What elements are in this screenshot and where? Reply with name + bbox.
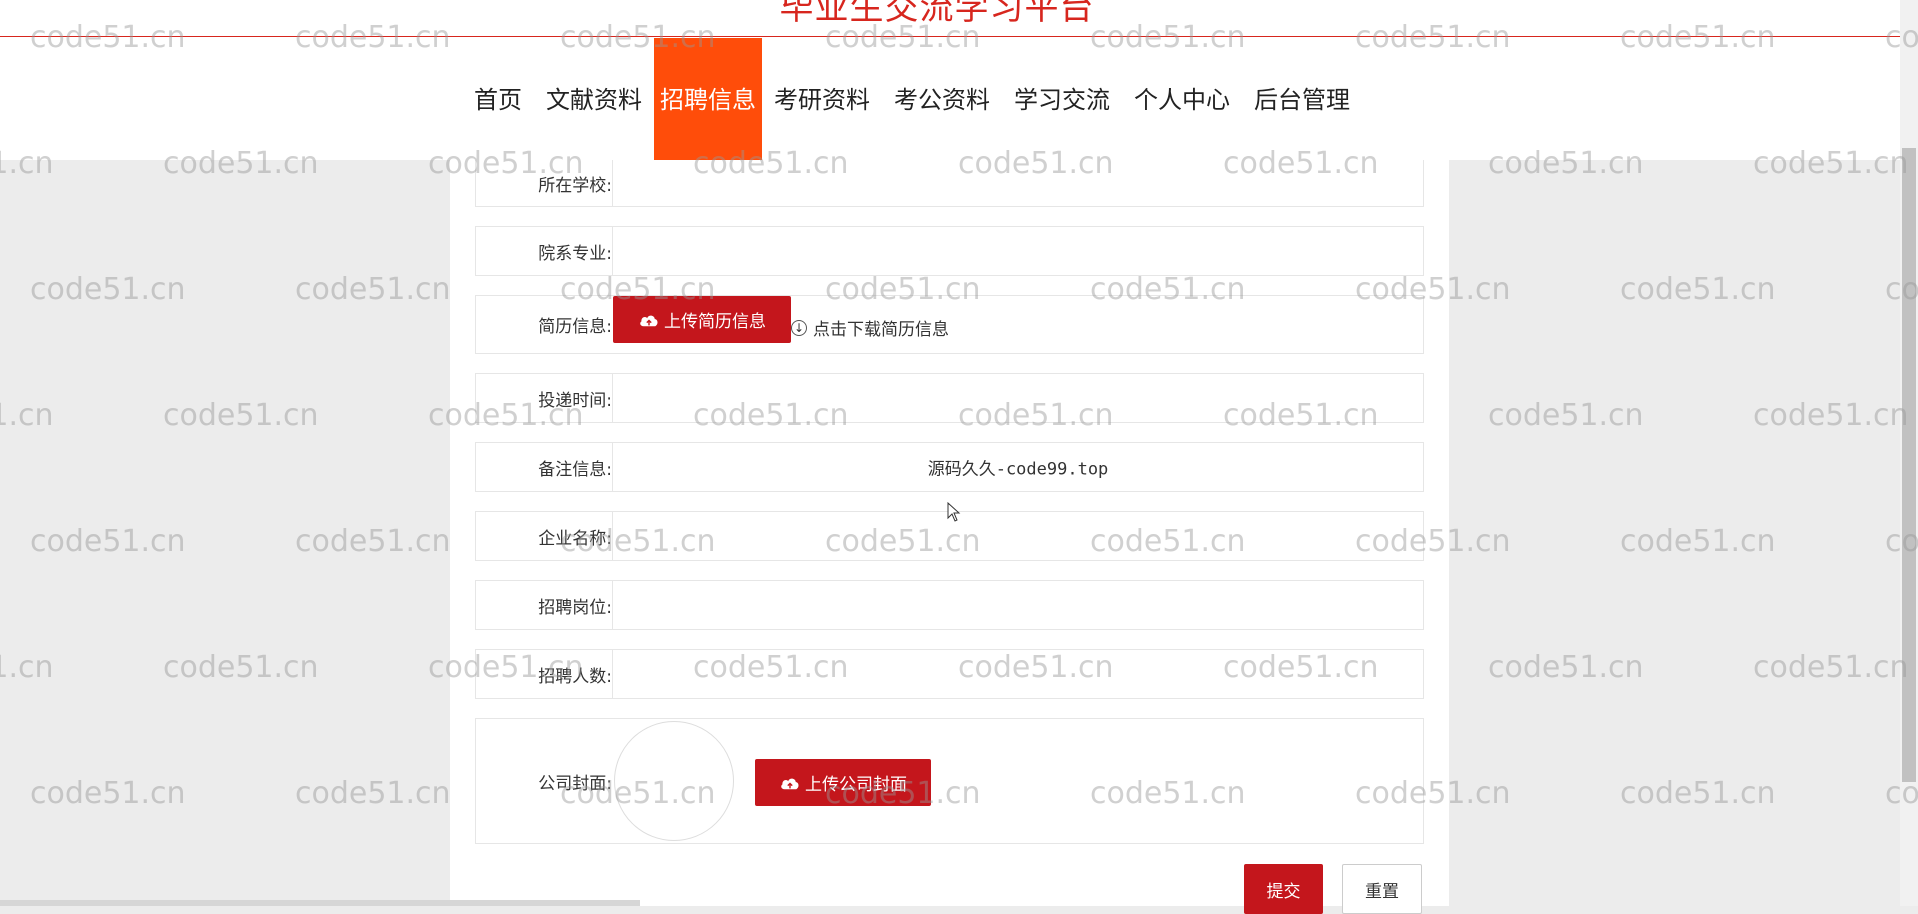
field-label-resume: 简历信息: [538,317,612,337]
headcount-input[interactable] [612,650,1423,698]
watermark-text: code51.cn [163,398,319,433]
field-label-company-name: 企业名称: [538,528,612,549]
mouse-cursor-icon [947,502,961,522]
position-input[interactable] [612,581,1423,629]
watermark-text: code51.cn [295,524,451,559]
watermark-text: code51.cn [1753,650,1909,685]
title-divider [0,36,1900,37]
watermark-text: code51.cn [1620,524,1776,559]
nav-item-literature[interactable]: 文献资料 [534,38,654,160]
field-label-headcount: 招聘人数: [538,666,612,687]
watermark-text: code51.cn [0,398,54,433]
cloud-upload-icon [781,778,799,789]
form-row-delivery-time: 投递时间: [475,373,1424,423]
watermark-text: code51.cn [0,650,54,685]
nav-item-recruitment[interactable]: 招聘信息 [654,38,762,160]
watermark-text: code51.cn [1488,398,1644,433]
watermark-text: code51.cn [30,524,186,559]
download-icon: ↓ [791,319,807,336]
submit-button[interactable]: 提交 [1244,864,1323,914]
field-label-major: 院系专业: [538,243,612,264]
nav-item-admin[interactable]: 后台管理 [1242,38,1362,160]
delivery-time-input[interactable] [612,374,1423,422]
cover-preview[interactable] [614,721,734,841]
upload-cover-label: 上传公司封面 [805,775,907,795]
field-label-school: 所在学校: [538,176,612,196]
field-label-delivery-time: 投递时间: [538,390,612,411]
company-name-input[interactable] [612,512,1423,560]
watermark-text: code51.cn [295,272,451,307]
remark-value: 源码久久-code99.top [927,459,1109,480]
upload-cover-button[interactable]: 上传公司封面 [755,759,931,806]
watermark-text: code51.cn [1488,650,1644,685]
site-title: 毕业生交流学习平台 [779,0,1095,28]
watermark-text: code51.cn [163,650,319,685]
watermark-text: code51.cn [1620,272,1776,307]
site-header: 毕业生交流学习平台 首页 文献资料 招聘信息 考研资料 考公资料 学习交流 个人… [0,0,1918,160]
remark-input[interactable]: 源码久久-code99.top [612,443,1423,491]
horizontal-scrollbar[interactable] [0,900,640,906]
field-label-cover: 公司封面: [538,773,612,794]
major-input[interactable] [612,227,1423,275]
upload-resume-button[interactable]: 上传简历信息 [613,296,791,343]
watermark-text: code51.cn [30,272,186,307]
nav-item-personal-center[interactable]: 个人中心 [1122,38,1242,160]
form-row-major: 院系专业: [475,226,1424,276]
download-resume-label: 点击下载简历信息 [813,320,949,340]
form-row-position: 招聘岗位: [475,580,1424,630]
field-label-position: 招聘岗位: [538,597,612,618]
watermark-text: code51.cn [1753,398,1909,433]
nav-item-home[interactable]: 首页 [462,38,534,160]
main-nav: 首页 文献资料 招聘信息 考研资料 考公资料 学习交流 个人中心 后台管理 [462,38,1362,160]
form-row-remark: 备注信息: 源码久久-code99.top [475,442,1424,492]
form-row-headcount: 招聘人数: [475,649,1424,699]
upload-resume-label: 上传简历信息 [664,312,766,332]
download-resume-link[interactable]: ↓ 点击下载简历信息 [791,315,949,340]
scrollbar-thumb[interactable] [1902,148,1916,782]
cloud-upload-icon [640,315,658,326]
nav-item-civil-service[interactable]: 考公资料 [882,38,1002,160]
watermark-text: code51.cn [1620,776,1776,811]
nav-item-study-exchange[interactable]: 学习交流 [1002,38,1122,160]
watermark-text: code51.cn [30,776,186,811]
reset-button[interactable]: 重置 [1342,864,1422,914]
field-label-remark: 备注信息: [538,459,612,480]
watermark-text: code51.cn [295,776,451,811]
nav-item-postgrad[interactable]: 考研资料 [762,38,882,160]
